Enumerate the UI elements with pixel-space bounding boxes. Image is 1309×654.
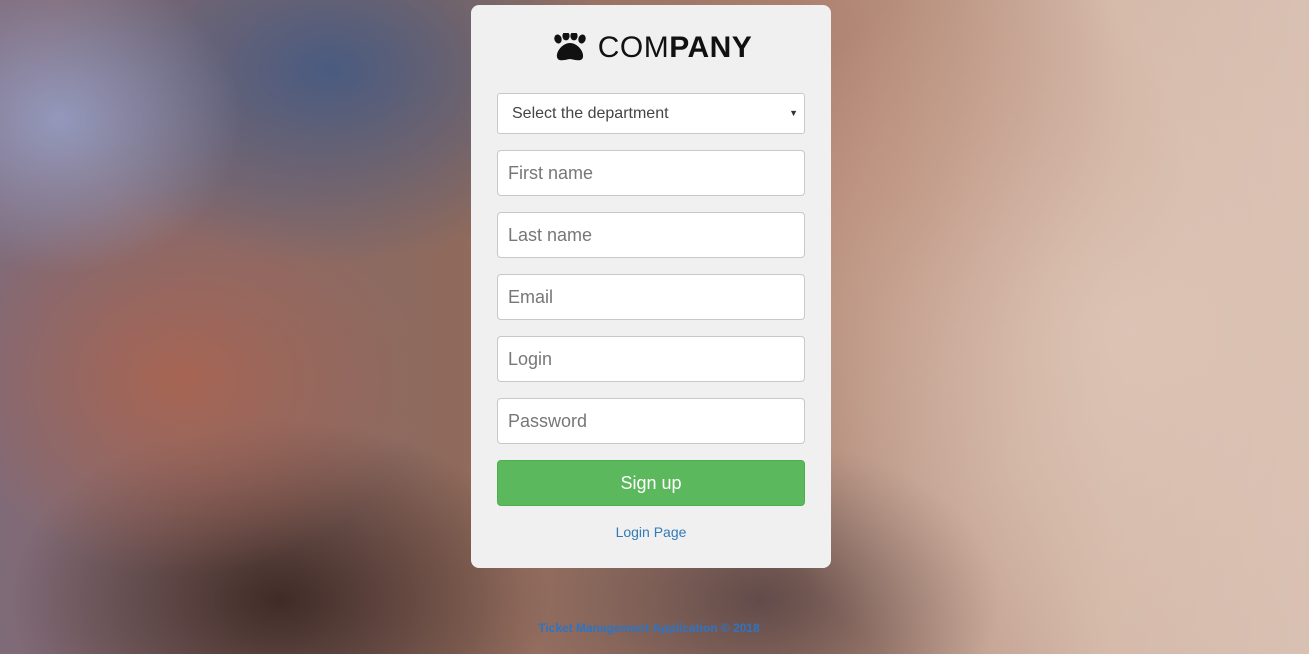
company-name-light: COM	[597, 31, 670, 64]
password-input[interactable]	[497, 398, 805, 444]
login-input[interactable]	[497, 336, 805, 382]
company-name-bold: PANY	[669, 31, 753, 64]
signup-card: COMPANY Select the department ▼ Sign up …	[471, 5, 831, 568]
footer-copyright: Ticket Management Application © 2018	[538, 621, 760, 635]
email-input[interactable]	[497, 274, 805, 320]
caret-down-icon: ▼	[789, 108, 798, 118]
paw-icon	[550, 33, 588, 63]
last-name-input[interactable]	[497, 212, 805, 258]
company-name: COMPANY	[598, 31, 753, 65]
sign-up-button[interactable]: Sign up	[497, 460, 805, 506]
department-select-value: Select the department	[512, 104, 669, 122]
first-name-input[interactable]	[497, 150, 805, 196]
login-page-link[interactable]: Login Page	[471, 524, 831, 540]
department-select[interactable]: Select the department ▼	[497, 93, 805, 134]
company-logo: COMPANY	[471, 31, 831, 65]
